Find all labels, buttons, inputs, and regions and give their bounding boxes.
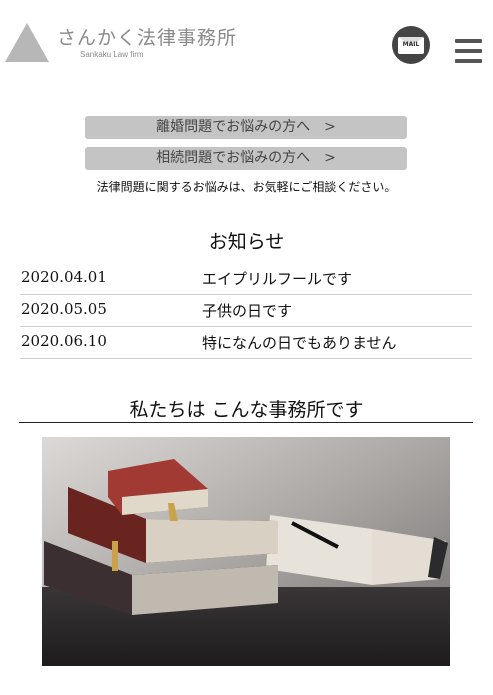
news-date: 2020.04.01 — [21, 268, 107, 286]
news-heading: お知らせ — [208, 231, 285, 253]
news-item[interactable]: 2020.06.10 特になんの日でもありません — [20, 327, 472, 359]
news-list: 2020.04.01 エイプリルフールです 2020.05.05 子供の日です … — [20, 263, 472, 359]
site-logo[interactable]: さんかく法律事務所 Sankaku Law firm — [5, 23, 236, 63]
mail-button[interactable]: MAIL — [392, 26, 430, 64]
divorce-consult-button[interactable]: 離婚問題でお悩みの方へ > — [85, 116, 407, 139]
inheritance-consult-button[interactable]: 相続問題でお悩みの方へ > — [85, 147, 407, 170]
logo-title: さんかく法律事務所 — [57, 27, 238, 49]
news-item[interactable]: 2020.05.05 子供の日です — [20, 295, 472, 327]
triangle-logo-icon — [5, 23, 49, 62]
mail-label: MAIL — [402, 41, 420, 48]
news-date: 2020.05.05 — [21, 300, 107, 318]
envelope-icon: MAIL — [398, 37, 424, 54]
news-date: 2020.06.10 — [21, 332, 107, 350]
section-divider — [19, 422, 473, 423]
office-books-photo — [42, 437, 450, 666]
news-item[interactable]: 2020.04.01 エイプリルフールです — [20, 263, 472, 295]
site-header: さんかく法律事務所 Sankaku Law firm MAIL — [0, 0, 493, 90]
news-text: 特になんの日でもありません — [202, 334, 397, 352]
news-text: エイプリルフールです — [202, 270, 353, 288]
hamburger-menu-icon[interactable] — [455, 39, 482, 63]
about-heading: 私たちは こんな事務所です — [129, 399, 364, 421]
consultation-lead-text: 法律問題に関するお悩みは、お気軽にご相談ください。 — [96, 180, 397, 194]
news-text: 子供の日です — [202, 302, 293, 320]
logo-subtitle: Sankaku Law firm — [80, 50, 144, 59]
